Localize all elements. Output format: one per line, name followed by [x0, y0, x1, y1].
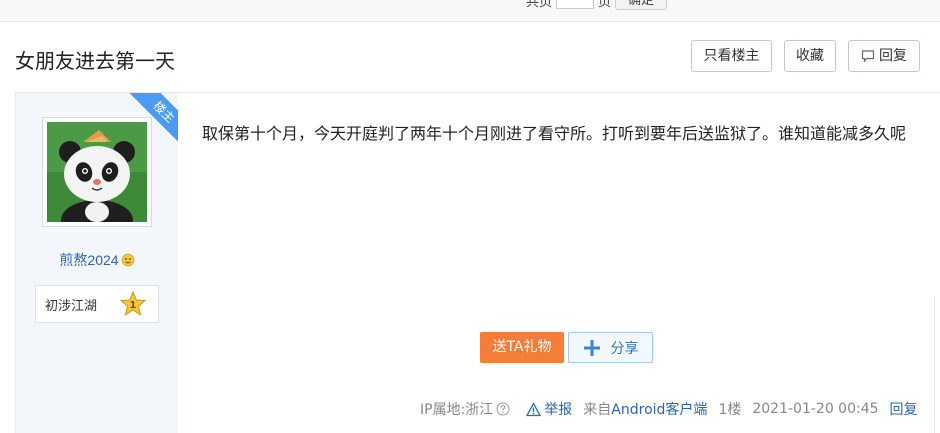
- page-number-input[interactable]: [556, 0, 595, 9]
- share-button[interactable]: 分享: [568, 332, 653, 363]
- author-name-link[interactable]: 煎熬2024: [59, 250, 118, 270]
- level-number: 1: [130, 300, 137, 311]
- client-link[interactable]: Android客户端: [611, 399, 707, 419]
- send-gift-button[interactable]: 送TA礼物: [480, 332, 564, 363]
- panda-avatar-image: [47, 122, 147, 222]
- thread-title: 女朋友进去第一天: [15, 49, 175, 73]
- thread-header: 女朋友进去第一天 只看楼主 收藏 回复: [0, 22, 940, 92]
- pager-suffix: 页: [598, 0, 612, 9]
- reply-icon: [861, 50, 875, 63]
- pager-go-button[interactable]: 确定: [615, 0, 668, 10]
- pager: 共页 页 确定: [526, 0, 668, 10]
- pager-prefix: 共页: [526, 0, 553, 9]
- post-content: 取保第十个月，今天开庭判了两年十个月刚进了看守所。打听到要年后送监狱了。谁知道能…: [202, 124, 907, 143]
- post-date: 2021-01-20 00:45: [752, 401, 879, 417]
- floor-number: 1楼: [718, 402, 742, 418]
- post: 楼主 煎熬2024 初涉江湖 1 取保第十个月，今天开庭判了两年十个月刚进了看守…: [15, 92, 940, 433]
- post-footer: IP属地:浙江 举报 来自 Android客户端 1楼 2021-01-20 0…: [420, 399, 918, 419]
- help-icon[interactable]: [496, 402, 510, 416]
- right-edge-divider: [934, 296, 940, 433]
- from-prefix: 来自: [583, 402, 612, 418]
- top-strip: 共页 页 确定: [0, 0, 940, 22]
- footer-reply-link[interactable]: 回复: [890, 399, 918, 419]
- emoji-icon: [121, 253, 134, 267]
- author-sidebar: 楼主 煎熬2024 初涉江湖 1: [16, 93, 178, 433]
- report-link[interactable]: 举报: [526, 399, 572, 419]
- only-author-button[interactable]: 只看楼主: [691, 40, 772, 72]
- author-name-row: 煎熬2024: [16, 250, 178, 270]
- level-badge[interactable]: 初涉江湖 1: [35, 285, 159, 323]
- favorite-button[interactable]: 收藏: [784, 40, 836, 72]
- star-level-icon: 1: [119, 290, 147, 316]
- plus-icon: [583, 339, 600, 356]
- report-label: 举报: [544, 402, 573, 418]
- level-name: 初涉江湖: [45, 298, 98, 314]
- avatar[interactable]: [42, 117, 152, 227]
- reply-button[interactable]: 回复: [848, 40, 920, 72]
- share-label: 分享: [610, 340, 639, 357]
- reply-button-label: 回复: [879, 48, 907, 64]
- ip-location: IP属地:浙江: [420, 402, 494, 418]
- warning-icon: [526, 401, 542, 416]
